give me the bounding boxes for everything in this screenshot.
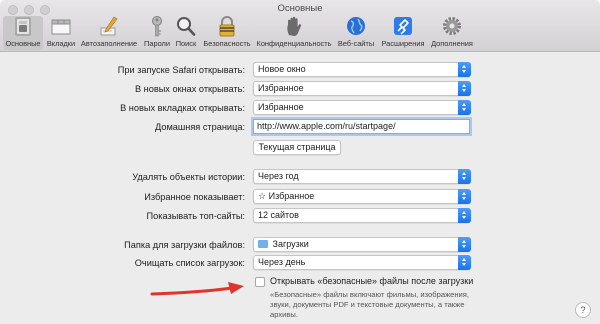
tab-tabs[interactable]: Вкладки [45,16,77,50]
star-icon: ☆ [258,191,267,201]
favorites-shows-label: Избранное показывает: [144,192,245,202]
puzzle-icon [379,16,427,37]
magnifier-icon [173,16,199,37]
hand-icon [255,16,333,37]
safari-opens-popup[interactable]: Новое окно [253,62,471,77]
tab-privacy-label: Конфиденциальность [256,39,332,48]
tab-tabs-label: Вкладки [46,39,76,48]
top-sites-popup[interactable]: 12 сайтов [253,208,471,223]
download-folder-value: Загрузки [272,239,309,249]
new-tabs-value: Избранное [258,102,304,112]
new-tabs-label: В новых вкладках открывать: [120,103,245,113]
popup-arrows-icon [458,208,471,223]
tab-privacy[interactable]: Конфиденциальность [255,16,333,50]
remove-history-value: Через год [258,171,299,181]
homepage-field[interactable]: http://www.apple.com/ru/startpage/ [253,119,470,134]
tab-autofill[interactable]: Автозаполнение [79,16,139,50]
top-sites-label: Показывать топ-сайты: [146,211,245,221]
safari-opens-label: При запуске Safari открывать: [117,65,245,75]
folder-icon [258,240,268,248]
pencil-icon [79,16,139,37]
tab-general-label: Основные [5,39,41,48]
new-windows-popup[interactable]: Избранное [253,81,471,96]
clear-downloads-value: Через день [258,257,306,267]
tabs-icon [45,16,77,37]
homepage-label: Домашняя страница: [155,122,245,132]
preferences-window: Основные Основные Вкладки Автозаполнение… [0,0,600,324]
gear-icon [428,16,476,37]
clear-downloads-popup[interactable]: Через день [253,255,471,270]
tab-extensions-label: Расширения [381,39,425,48]
tab-extensions[interactable]: Расширения [379,16,427,50]
tab-search[interactable]: Поиск [173,16,199,50]
tab-security[interactable]: Безопасность [201,16,253,50]
popup-arrows-icon [458,255,471,270]
tab-websites-label: Веб-сайты [337,39,375,48]
favorites-shows-value: Избранное [268,191,315,201]
window-title: Основные [277,3,323,14]
popup-arrows-icon [458,100,471,115]
new-tabs-popup[interactable]: Избранное [253,100,471,115]
tab-general[interactable]: Основные [3,16,43,50]
clear-downloads-label: Очищать список загрузок: [134,258,245,268]
remove-history-popup[interactable]: Через год [253,169,471,184]
tab-security-label: Безопасность [203,39,251,48]
tab-websites[interactable]: Веб-сайты [335,16,377,50]
tab-passwords[interactable]: Пароли [141,16,173,50]
key-icon [141,16,173,37]
toolbar: Основные Основные Вкладки Автозаполнение… [0,0,600,52]
general-switch-icon [3,16,43,37]
new-windows-value: Избранное [258,83,304,93]
favorites-shows-popup[interactable]: ☆ Избранное [253,189,471,204]
download-folder-popup[interactable]: Загрузки [253,237,471,252]
safe-files-label[interactable]: Открывать «безопасные» файлы после загру… [270,276,473,286]
popup-arrows-icon [458,189,471,204]
safe-files-checkbox[interactable] [255,277,265,287]
popup-arrows-icon [458,62,471,77]
annotation-arrow-icon [150,282,244,296]
top-sites-value: 12 сайтов [258,210,299,220]
current-page-button[interactable]: Текущая страница [253,140,341,155]
tab-search-label: Поиск [175,39,197,48]
lock-icon [201,16,253,37]
new-windows-label: В новых окнах открывать: [134,84,245,94]
tab-passwords-label: Пароли [144,39,170,48]
help-button[interactable]: ? [575,302,591,318]
download-folder-label: Папка для загрузки файлов: [124,240,245,250]
tab-autofill-label: Автозаполнение [80,39,138,48]
tab-advanced[interactable]: Дополнения [428,16,476,50]
popup-arrows-icon [458,81,471,96]
safe-files-note: «Безопасные» файлы включают фильмы, изоб… [270,290,470,319]
remove-history-label: Удалять объекты истории: [132,172,245,182]
globe-icon [335,16,377,37]
popup-arrows-icon [458,237,471,252]
tab-advanced-label: Дополнения [431,39,473,48]
safari-opens-value: Новое окно [258,64,306,74]
popup-arrows-icon [458,169,471,184]
